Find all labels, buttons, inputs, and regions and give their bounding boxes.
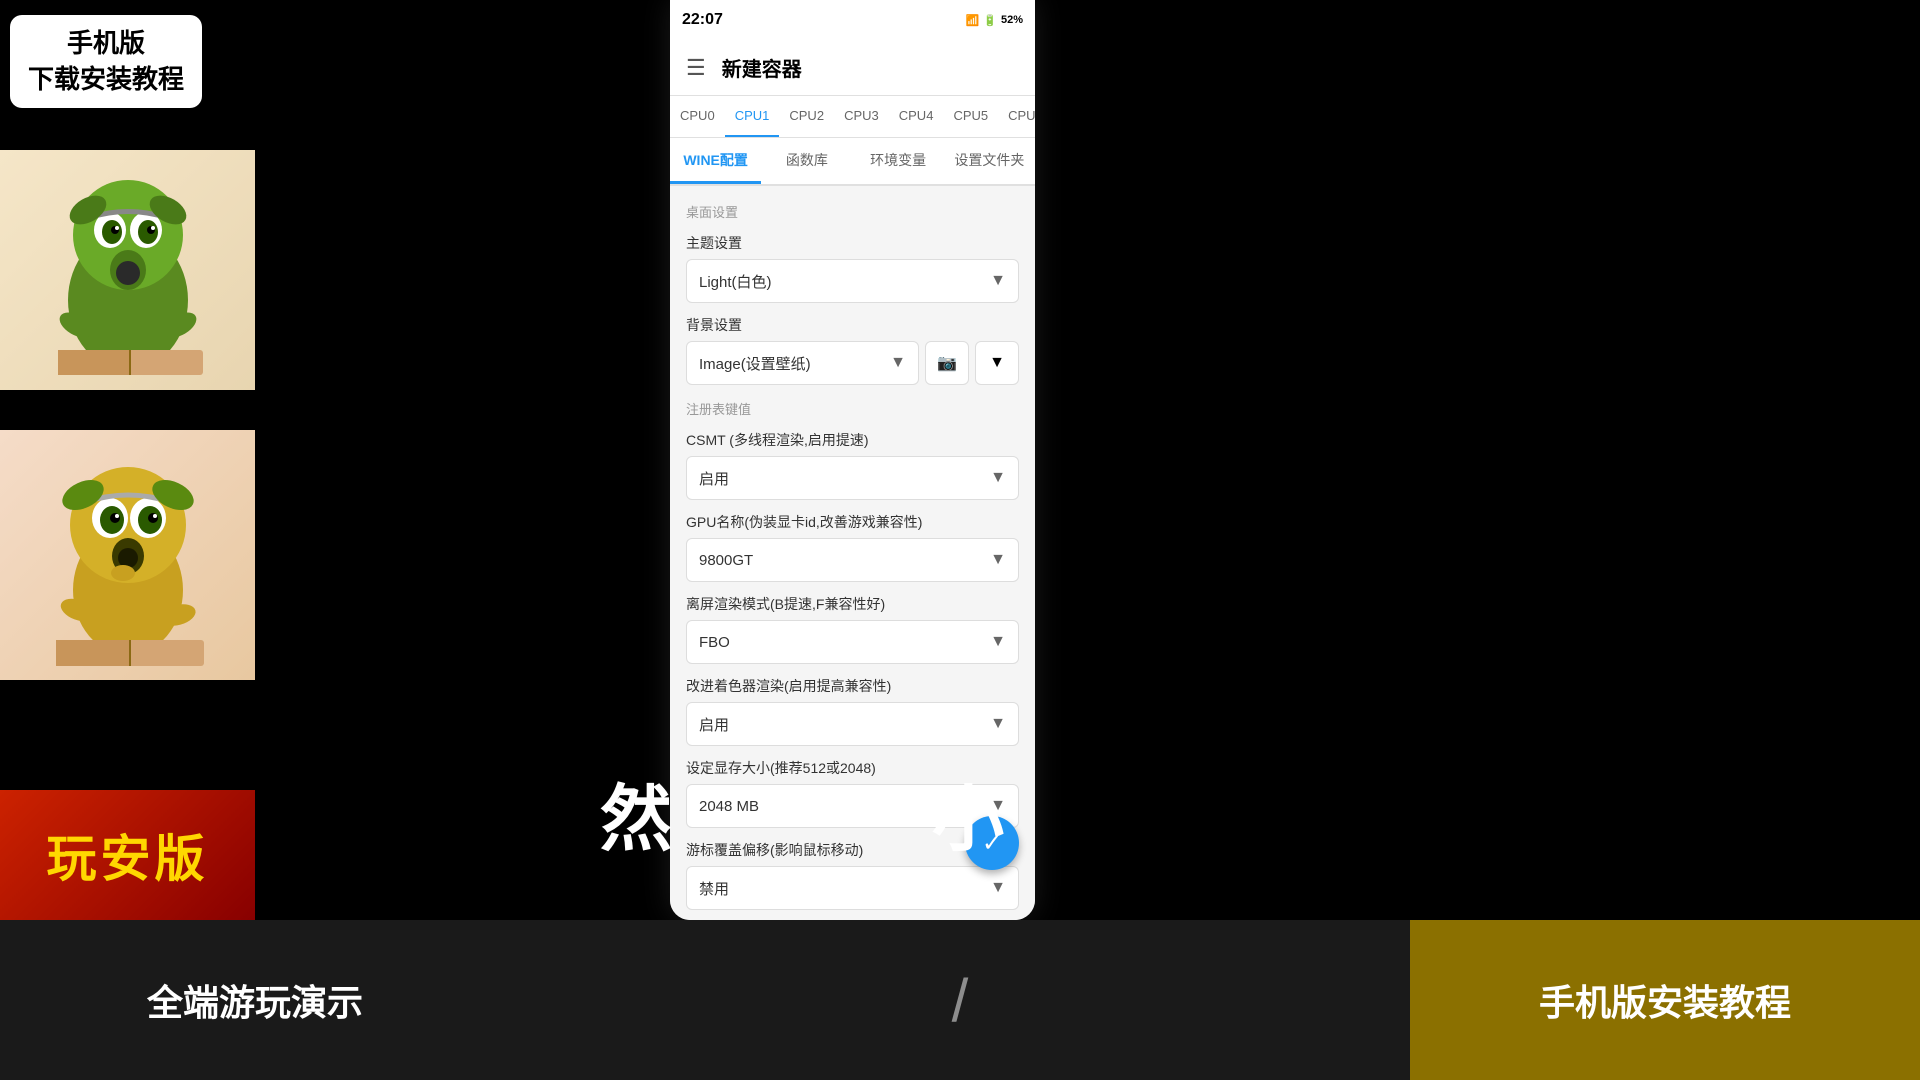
wifi-icon: 🔋 xyxy=(983,14,997,27)
banner-area: 玩安版 xyxy=(0,790,255,920)
offscreen-dropdown-row: FBO ▼ xyxy=(686,620,1019,664)
status-bar: 22:07 📶 🔋 52% xyxy=(670,0,1035,40)
header-title: 新建容器 xyxy=(722,53,802,82)
cpu-tab-3[interactable]: CPU3 xyxy=(834,96,889,137)
csmt-label: CSMT (多线程渲染,启用提速) xyxy=(686,430,1019,450)
gpu-label: GPU名称(伪装显卡id,改善游戏兼容性) xyxy=(686,512,1019,532)
extra-arrow-icon: ▼ xyxy=(989,354,1005,372)
tutorial-line2: 下载安装教程 xyxy=(28,61,184,97)
desktop-section-label: 桌面设置 xyxy=(686,202,1019,221)
offscreen-value: FBO xyxy=(699,634,730,651)
tab-settings-folder[interactable]: 设置文件夹 xyxy=(944,138,1035,184)
bottom-nav-right-text: 手机版安装教程 xyxy=(1539,974,1791,1026)
cursor-value: 禁用 xyxy=(699,878,729,899)
csmt-value: 启用 xyxy=(699,468,729,489)
vram-arrow-icon: ▼ xyxy=(990,797,1006,815)
fab-button[interactable]: ✓ xyxy=(965,816,1019,870)
tutorial-badge: 手机版 下载安装教程 xyxy=(10,15,202,108)
chinese-banner: 玩安版 xyxy=(0,790,255,920)
battery-text: 52% xyxy=(1001,14,1023,26)
camera-icon: 📷 xyxy=(937,353,957,373)
bottom-nav-left: 全端游玩演示 xyxy=(0,974,510,1026)
color-render-dropdown[interactable]: 启用 ▼ xyxy=(686,702,1019,746)
gpu-dropdown[interactable]: 9800GT ▼ xyxy=(686,538,1019,582)
vram-dropdown[interactable]: 2048 MB ▼ xyxy=(686,784,1019,828)
theme-arrow-icon: ▼ xyxy=(990,272,1006,290)
cursor-arrow-icon: ▼ xyxy=(990,879,1006,897)
nav-slash-icon: / xyxy=(952,966,969,1035)
cpu-tabs: CPU0 CPU1 CPU2 CPU3 CPU4 CPU5 CPU6 CPU7 xyxy=(670,96,1035,138)
csmt-dropdown-row: 启用 ▼ xyxy=(686,456,1019,500)
registry-label: 注册表键值 xyxy=(686,399,1019,418)
offscreen-label: 离屏渲染模式(B提速,F兼容性好) xyxy=(686,594,1019,614)
bg-value: Image(设置壁纸) xyxy=(699,353,811,374)
phone-panel: 22:07 📶 🔋 52% ☰ 新建容器 CPU0 CPU1 CPU2 CPU3… xyxy=(670,0,1035,920)
cpu-tab-5[interactable]: CPU5 xyxy=(943,96,998,137)
color-render-label: 改进着色器渲染(启用提高兼容性) xyxy=(686,676,1019,696)
vram-value: 2048 MB xyxy=(699,798,759,815)
character-top-svg xyxy=(28,160,228,380)
bg-image-button[interactable]: 📷 xyxy=(925,341,969,385)
content-area: 桌面设置 主题设置 Light(白色) ▼ 背景设置 Image(设置壁纸) ▼… xyxy=(670,186,1035,920)
tab-wine-config[interactable]: WINE配置 xyxy=(670,138,761,184)
bottom-nav-right: 手机版安装教程 xyxy=(1410,920,1920,1080)
character-top-area xyxy=(0,150,255,390)
bg-dropdown-row: Image(设置壁纸) ▼ 📷 ▼ xyxy=(686,341,1019,385)
cpu-tab-1[interactable]: CPU1 xyxy=(725,96,780,137)
fab-check-icon: ✓ xyxy=(982,829,1002,858)
offscreen-arrow-icon: ▼ xyxy=(990,633,1006,651)
cpu-tab-2[interactable]: CPU2 xyxy=(779,96,834,137)
color-render-value: 启用 xyxy=(699,714,729,735)
gpu-dropdown-row: 9800GT ▼ xyxy=(686,538,1019,582)
bg-label: 背景设置 xyxy=(686,315,1019,335)
bottom-nav-left-text: 全端游玩演示 xyxy=(147,974,363,1026)
signal-icon: 📶 xyxy=(966,14,980,27)
csmt-dropdown[interactable]: 启用 ▼ xyxy=(686,456,1019,500)
theme-label: 主题设置 xyxy=(686,233,1019,253)
status-icons: 📶 🔋 52% xyxy=(966,14,1023,27)
bottom-navigation: 全端游玩演示 / 手机版安装教程 xyxy=(0,920,1920,1080)
status-time: 22:07 xyxy=(682,11,723,29)
tab-library[interactable]: 函数库 xyxy=(761,138,852,184)
dark-left-bg xyxy=(255,0,670,1080)
cpu-tab-4[interactable]: CPU4 xyxy=(889,96,944,137)
tab-env-vars[interactable]: 环境变量 xyxy=(853,138,944,184)
tutorial-line1: 手机版 xyxy=(28,25,184,61)
theme-dropdown[interactable]: Light(白色) ▼ xyxy=(686,259,1019,303)
theme-value: Light(白色) xyxy=(699,271,772,292)
character-bottom-svg xyxy=(28,440,228,670)
app-header: ☰ 新建容器 xyxy=(670,40,1035,96)
vram-label: 设定显存大小(推荐512或2048) xyxy=(686,758,1019,778)
gpu-value: 9800GT xyxy=(699,552,753,569)
color-render-dropdown-row: 启用 ▼ xyxy=(686,702,1019,746)
section-tabs: WINE配置 函数库 环境变量 设置文件夹 xyxy=(670,138,1035,186)
offscreen-dropdown[interactable]: FBO ▼ xyxy=(686,620,1019,664)
dark-right-bg xyxy=(1035,0,1920,1080)
cursor-dropdown-row: 禁用 ▼ xyxy=(686,866,1019,910)
vram-dropdown-row: 2048 MB ▼ xyxy=(686,784,1019,828)
bottom-nav-center: / xyxy=(510,966,1410,1035)
bg-arrow-icon: ▼ xyxy=(890,354,906,372)
bg-dropdown[interactable]: Image(设置壁纸) ▼ xyxy=(686,341,919,385)
csmt-arrow-icon: ▼ xyxy=(990,469,1006,487)
cpu-tab-0[interactable]: CPU0 xyxy=(670,96,725,137)
banner-text: 玩安版 xyxy=(47,819,209,891)
color-render-arrow-icon: ▼ xyxy=(990,715,1006,733)
character-bottom-area xyxy=(0,430,255,680)
cpu-tab-6[interactable]: CPU6 xyxy=(998,96,1035,137)
left-panel: 手机版 下载安装教程 xyxy=(0,0,255,1080)
cursor-dropdown[interactable]: 禁用 ▼ xyxy=(686,866,1019,910)
gpu-arrow-icon: ▼ xyxy=(990,551,1006,569)
menu-icon[interactable]: ☰ xyxy=(686,55,706,81)
bg-extra-arrow-button[interactable]: ▼ xyxy=(975,341,1019,385)
theme-dropdown-row: Light(白色) ▼ xyxy=(686,259,1019,303)
